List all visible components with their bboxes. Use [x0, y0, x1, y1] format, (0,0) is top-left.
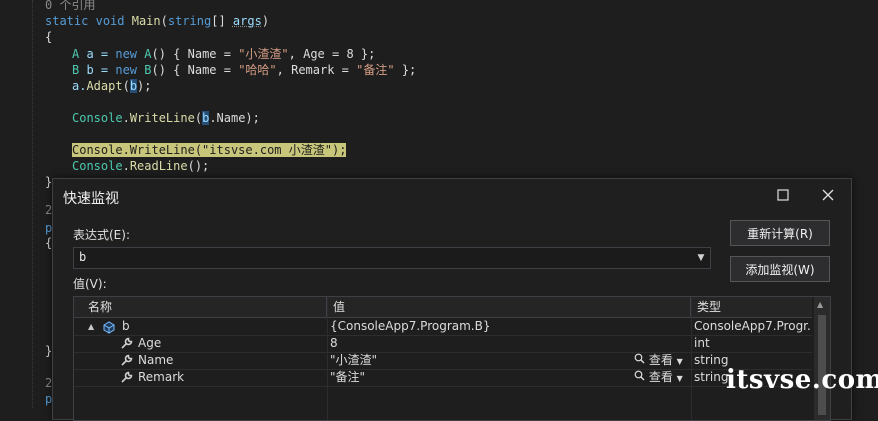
- token: args: [232, 14, 262, 28]
- table-row[interactable]: ▲ b {ConsoleApp7.Program.B} ConsoleApp7.…: [74, 318, 812, 336]
- token: "小渣渣": [238, 47, 289, 61]
- token: () { Name =: [151, 47, 239, 61]
- token: );: [137, 79, 152, 93]
- row-name: Name: [138, 353, 174, 367]
- code-line-a[interactable]: A a = new A() { Name = "小渣渣", Age = 8 };: [72, 46, 375, 62]
- view-label: 查看: [648, 353, 673, 367]
- search-icon: [634, 353, 649, 367]
- token: .Name);: [209, 111, 260, 125]
- search-icon: [634, 370, 649, 384]
- code-line-readline[interactable]: Console.ReadLine();: [72, 158, 209, 174]
- row-type: int: [694, 336, 710, 350]
- token: ReadLine: [129, 159, 188, 173]
- token: []: [211, 14, 233, 28]
- row-name: Age: [138, 336, 162, 350]
- column-header-value[interactable]: 值: [327, 297, 691, 317]
- token: b: [129, 79, 138, 93]
- row-value: 8: [330, 336, 338, 350]
- token: Console: [72, 159, 123, 173]
- view-dropdown[interactable]: 查看 ▼: [634, 369, 683, 386]
- row-value: "备注": [330, 370, 366, 384]
- token: () { Name =: [151, 63, 239, 77]
- table-row[interactable]: Remark "备注" 查看 ▼ string: [74, 369, 812, 387]
- reference-count[interactable]: 0 个引用: [45, 0, 95, 13]
- wrench-icon: [120, 369, 134, 386]
- row-value: "小渣渣": [330, 353, 378, 367]
- row-name: Remark: [138, 370, 185, 384]
- token: (: [160, 14, 168, 28]
- row-type: ConsoleApp7.Progr...: [694, 319, 812, 333]
- collapse-icon[interactable]: ▲: [88, 318, 100, 335]
- code-line-current-statement[interactable]: Console.WriteLine("itsvse.com 小渣渣");: [72, 142, 347, 158]
- token: static: [45, 14, 89, 28]
- watermark: itsvse.com: [726, 365, 878, 395]
- token: Adapt: [86, 79, 123, 93]
- dialog-title: 快速监视: [63, 191, 119, 207]
- token: new: [115, 47, 138, 61]
- row-name: b: [122, 319, 130, 333]
- maximize-icon[interactable]: [773, 185, 793, 205]
- value-label: 值(V):: [73, 277, 107, 291]
- table-row[interactable]: Name "小渣渣" 查看 ▼ string: [74, 352, 812, 370]
- token: Console: [72, 111, 123, 125]
- token: new: [115, 63, 138, 77]
- chevron-down-icon: ▼: [676, 357, 683, 366]
- indent-guide: [32, 0, 34, 408]
- token: ): [261, 14, 270, 28]
- code-line-main[interactable]: static void Main(string[] args): [45, 13, 269, 29]
- current-statement-highlight: Console.WriteLine("itsvse.com 小渣渣");: [72, 143, 347, 157]
- token: B: [137, 63, 152, 77]
- token: WriteLine: [129, 111, 195, 125]
- token: , Age = 8 };: [288, 47, 376, 61]
- token: a =: [79, 47, 116, 61]
- token: "哈哈": [238, 63, 277, 77]
- column-header-name[interactable]: 名称: [74, 297, 327, 317]
- view-dropdown[interactable]: 查看 ▼: [634, 352, 683, 369]
- expression-combobox[interactable]: ▼: [73, 247, 711, 269]
- token: A: [137, 47, 152, 61]
- token: .: [122, 111, 130, 125]
- token: ();: [187, 159, 210, 173]
- token: string: [167, 14, 212, 28]
- wrench-icon: [120, 352, 134, 369]
- object-icon: [102, 318, 118, 335]
- code-line-b[interactable]: B b = new B() { Name = "哈哈", Remark = "备…: [72, 62, 416, 78]
- column-header-type[interactable]: 类型: [691, 297, 812, 317]
- token: "备注": [356, 63, 395, 77]
- token: (: [122, 79, 130, 93]
- recalculate-button[interactable]: 重新计算(R): [730, 220, 830, 246]
- row-value: {ConsoleApp7.Program.B}: [330, 319, 491, 333]
- token: };: [394, 63, 417, 77]
- vertical-scrollbar[interactable]: ▲: [814, 297, 830, 420]
- view-label: 查看: [648, 370, 673, 384]
- token: , Remark =: [276, 63, 357, 77]
- token: b =: [79, 63, 116, 77]
- chevron-down-icon: ▼: [676, 374, 683, 383]
- token: .: [122, 159, 130, 173]
- table-row[interactable]: Age 8 int: [74, 335, 812, 353]
- watch-grid[interactable]: 名称 值 类型 ▲ b {ConsoleApp7.Program.B} Cons…: [73, 296, 831, 421]
- token: a.: [72, 79, 87, 93]
- add-watch-button[interactable]: 添加监视(W): [730, 256, 830, 282]
- token: (: [194, 111, 203, 125]
- wrench-icon: [120, 335, 134, 352]
- chevron-down-icon[interactable]: ▼: [694, 250, 708, 266]
- grid-header: 名称 值 类型: [74, 297, 812, 318]
- code-line-writeline-name[interactable]: Console.WriteLine(b.Name);: [72, 110, 260, 126]
- code-line-adapt[interactable]: a.Adapt(b);: [72, 78, 152, 94]
- token: Main: [131, 14, 161, 28]
- close-icon[interactable]: [818, 185, 838, 205]
- expression-input[interactable]: [76, 249, 682, 265]
- token: void: [95, 14, 125, 28]
- code-line-brace[interactable]: {: [45, 29, 52, 45]
- scroll-up-icon[interactable]: ▲: [817, 300, 823, 309]
- expression-label: 表达式(E):: [73, 228, 130, 242]
